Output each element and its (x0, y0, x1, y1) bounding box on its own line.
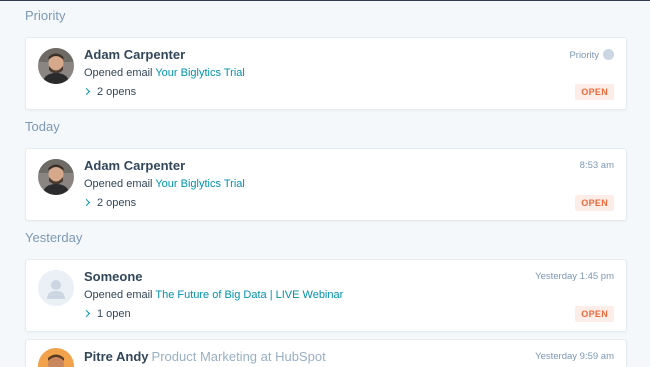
activity-action: Opened email (84, 178, 153, 190)
timestamp: Yesterday 9:59 am (535, 351, 614, 362)
contact-name[interactable]: Someone (84, 269, 143, 284)
section-label-priority: Priority (25, 8, 66, 23)
opens-count: 2 opens (97, 86, 137, 98)
activity-card[interactable]: Adam Carpenter Opened email Your Biglyti… (25, 37, 627, 110)
status-badge: OPEN (575, 195, 614, 211)
opens-toggle[interactable]: 1 open (82, 308, 131, 320)
contact-name-text: Pitre Andy (84, 349, 149, 364)
activity-text: Opened email Your Biglytics Trial (84, 178, 245, 190)
status-badge: OPEN (575, 84, 614, 100)
activity-action: Opened email (84, 67, 153, 79)
chevron-right-icon (82, 198, 91, 207)
activity-card[interactable]: Adam Carpenter Opened email Your Biglyti… (25, 148, 627, 221)
email-link[interactable]: Your Biglytics Trial (155, 67, 244, 79)
opens-count: 1 open (97, 308, 131, 320)
contact-subtitle: Product Marketing at HubSpot (151, 349, 326, 364)
opens-toggle[interactable]: 2 opens (82, 86, 137, 98)
timestamp: Priority (569, 49, 614, 61)
avatar (38, 48, 74, 84)
opens-count: 2 opens (97, 197, 137, 209)
contact-name[interactable]: Pitre Andy Product Marketing at HubSpot (84, 349, 326, 364)
priority-label: Priority (569, 50, 599, 61)
contact-name[interactable]: Adam Carpenter (84, 47, 185, 62)
status-badge: OPEN (575, 306, 614, 322)
activity-card[interactable]: Someone Opened email The Future of Big D… (25, 259, 627, 332)
avatar-placeholder (38, 270, 74, 306)
avatar (38, 159, 74, 195)
chevron-right-icon (82, 309, 91, 318)
activity-action: Opened email (84, 289, 153, 301)
section-label-today: Today (25, 119, 60, 134)
email-link[interactable]: The Future of Big Data | LIVE Webinar (155, 289, 343, 301)
email-link[interactable]: Your Biglytics Trial (155, 178, 244, 190)
opens-toggle[interactable]: 2 opens (82, 197, 137, 209)
timestamp: Yesterday 1:45 pm (535, 271, 614, 282)
activity-text: Opened email Your Biglytics Trial (84, 67, 245, 79)
top-border (0, 0, 650, 1)
chevron-right-icon (82, 87, 91, 96)
contact-name[interactable]: Adam Carpenter (84, 158, 185, 173)
avatar (38, 348, 74, 367)
section-label-yesterday: Yesterday (25, 230, 83, 245)
activity-card[interactable]: Pitre Andy Product Marketing at HubSpot Y… (25, 339, 627, 367)
timestamp: 8:53 am (579, 160, 614, 171)
activity-text: Opened email The Future of Big Data | LI… (84, 289, 343, 301)
priority-dot-icon[interactable] (603, 49, 614, 60)
